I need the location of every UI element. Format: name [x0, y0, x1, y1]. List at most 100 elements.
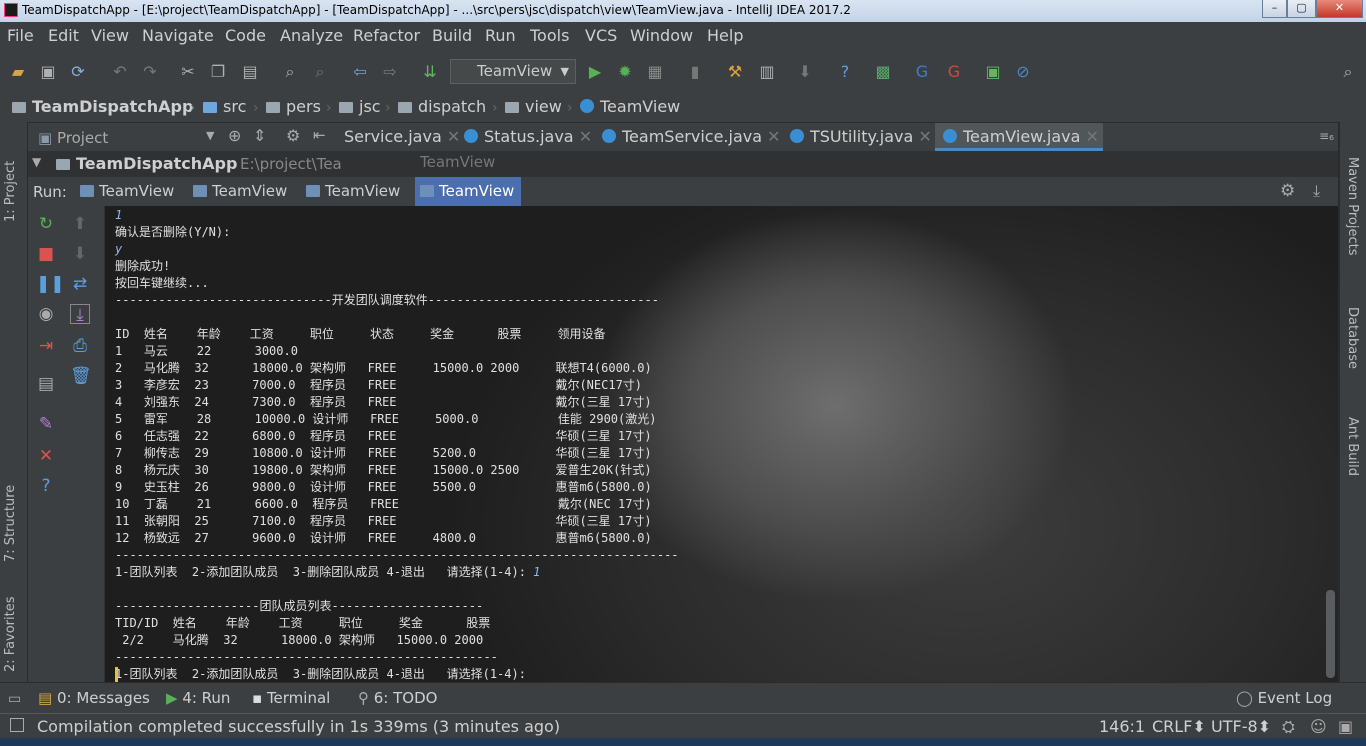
forward-icon[interactable]: ⇨: [380, 62, 400, 82]
tab-tsutility-java[interactable]: TSUtility.java ✕: [790, 123, 932, 151]
tab-teamservice-java[interactable]: TeamService.java ✕: [602, 123, 781, 151]
download-icon[interactable]: ⬇: [795, 62, 815, 82]
up-arrow-icon[interactable]: ⬆: [70, 214, 90, 234]
camera-icon[interactable]: ◉: [36, 304, 56, 324]
sync-icon[interactable]: ⟳: [68, 62, 88, 82]
menu-run[interactable]: Run: [485, 26, 516, 45]
print-icon[interactable]: ⎙: [70, 336, 90, 356]
trash-icon[interactable]: 🗑: [70, 366, 92, 386]
tool-tab-structure[interactable]: 7: Structure: [3, 452, 18, 562]
tool-tab-project[interactable]: 1: Project: [3, 132, 18, 222]
close-icon[interactable]: ✕: [447, 127, 460, 146]
paste-icon[interactable]: ▤: [240, 62, 260, 82]
collapse-icon[interactable]: ⇕: [253, 126, 266, 145]
menu-vcs[interactable]: VCS: [585, 26, 617, 45]
debug-icon[interactable]: ✹: [615, 62, 635, 82]
disable-icon[interactable]: ⊘: [1013, 62, 1033, 82]
tool-tab-ant-build[interactable]: Ant Build: [1345, 417, 1360, 476]
project-structure-icon[interactable]: ⚒: [725, 62, 745, 82]
breadcrumb-pers[interactable]: pers: [266, 97, 321, 116]
soft-wrap-icon[interactable]: ⇄: [70, 274, 90, 294]
run-tab-teamview-3[interactable]: TeamView: [301, 177, 411, 206]
cut-icon[interactable]: ✂: [178, 62, 198, 82]
hide-panel-icon[interactable]: ⤓: [1313, 181, 1320, 201]
help-icon[interactable]: ?: [36, 476, 56, 496]
plugin-icon[interactable]: ▩: [873, 62, 893, 82]
translate-icon[interactable]: G: [912, 62, 932, 82]
inspector-icon[interactable]: ☺: [1310, 717, 1327, 736]
menu-build[interactable]: Build: [432, 26, 472, 45]
close-icon[interactable]: ✕: [767, 127, 780, 146]
breadcrumb-dispatch[interactable]: dispatch: [398, 97, 486, 116]
hide-panel-icon[interactable]: ⇤: [313, 126, 326, 144]
event-log-button[interactable]: ◯ Event Log: [1236, 689, 1332, 707]
tool-tab-run[interactable]: ▶ 4: Run: [166, 689, 230, 707]
rerun-icon[interactable]: ↻: [36, 214, 56, 234]
breadcrumb-project[interactable]: TeamDispatchApp: [12, 97, 193, 116]
run-tab-teamview-4[interactable]: TeamView: [415, 177, 521, 206]
down-arrow-icon[interactable]: ⬇: [70, 244, 90, 264]
chevron-down-icon[interactable]: ▼: [32, 155, 41, 169]
notification-icon[interactable]: ▣: [1338, 717, 1353, 736]
lock-icon[interactable]: ⛭: [1282, 717, 1295, 737]
open-folder-icon[interactable]: ▰: [8, 62, 28, 82]
pause-icon[interactable]: ❚❚: [36, 274, 65, 294]
coverage-icon[interactable]: ▦: [645, 62, 665, 82]
statistic-icon[interactable]: ▣: [983, 62, 1003, 82]
copy-icon[interactable]: ❐: [208, 62, 228, 82]
exit-icon[interactable]: ⇥: [36, 336, 56, 356]
breadcrumb-teamview[interactable]: TeamView: [580, 97, 680, 116]
caret-position[interactable]: 146:1: [1099, 717, 1145, 736]
breadcrumb-src[interactable]: src: [203, 97, 246, 116]
gear-icon[interactable]: ⚙: [286, 126, 300, 145]
breadcrumb-jsc[interactable]: jsc: [339, 97, 381, 116]
run-icon[interactable]: ▶: [585, 62, 605, 82]
project-view-selector[interactable]: ▣ Project: [38, 129, 108, 147]
tab-overflow-icon[interactable]: ≡₆: [1319, 129, 1334, 143]
layout-icon[interactable]: ▤: [36, 374, 56, 394]
breadcrumb-view[interactable]: view: [505, 97, 562, 116]
translate-replace-icon[interactable]: G: [944, 62, 964, 82]
tool-tab-database[interactable]: Database: [1345, 307, 1360, 369]
gear-icon[interactable]: ⚙: [1280, 181, 1295, 201]
tool-windows-icon[interactable]: ▭: [8, 691, 21, 707]
find-icon[interactable]: ⌕: [280, 62, 300, 82]
tab-status-java[interactable]: Status.java ✕: [464, 123, 592, 151]
chevron-down-icon[interactable]: ▼: [206, 129, 214, 142]
stop-icon[interactable]: ▮: [685, 62, 705, 82]
menu-tools[interactable]: Tools: [530, 26, 569, 45]
tree-root[interactable]: TeamDispatchApp: [56, 154, 237, 173]
sdk-icon[interactable]: ▥: [757, 62, 777, 82]
menu-refactor[interactable]: Refactor: [353, 26, 420, 45]
file-encoding[interactable]: UTF-8⬍: [1211, 717, 1271, 736]
scroll-to-end-icon[interactable]: ⤓: [70, 304, 90, 325]
tool-tab-terminal[interactable]: ▪ Terminal: [252, 689, 330, 707]
status-toggle-icon[interactable]: [10, 718, 24, 732]
redo-icon[interactable]: ↷: [140, 62, 160, 82]
tab-service-java[interactable]: Service.java ✕: [344, 123, 468, 151]
close-icon[interactable]: ✕: [579, 127, 592, 146]
menu-view[interactable]: View: [91, 26, 129, 45]
stop-icon[interactable]: ■: [36, 244, 56, 264]
console-scrollbar[interactable]: [1326, 590, 1335, 678]
menu-help[interactable]: Help: [707, 26, 743, 45]
undo-icon[interactable]: ↶: [110, 62, 130, 82]
tool-tab-todo[interactable]: ⚲ 6: TODO: [358, 689, 437, 707]
run-tab-teamview-1[interactable]: TeamView: [75, 177, 185, 206]
close-icon[interactable]: ✕: [918, 127, 931, 146]
build-icon[interactable]: ⇊: [420, 62, 440, 82]
close-icon[interactable]: ✕: [36, 446, 56, 466]
pin-icon[interactable]: ✎: [36, 414, 56, 434]
replace-icon[interactable]: ⌕: [310, 62, 330, 82]
save-icon[interactable]: ▣: [38, 62, 58, 82]
help-icon[interactable]: ?: [835, 62, 855, 82]
tab-teamview-java[interactable]: TeamView.java ✕: [935, 123, 1103, 151]
target-icon[interactable]: ⊕: [228, 126, 241, 145]
menu-file[interactable]: File: [7, 26, 34, 45]
close-icon[interactable]: ✕: [1086, 127, 1099, 146]
menu-window[interactable]: Window: [630, 26, 693, 45]
tool-tab-messages[interactable]: ▤ 0: Messages: [38, 689, 150, 707]
tool-tab-favorites[interactable]: 2: Favorites: [3, 572, 18, 672]
menu-analyze[interactable]: Analyze: [280, 26, 343, 45]
back-icon[interactable]: ⇦: [350, 62, 370, 82]
